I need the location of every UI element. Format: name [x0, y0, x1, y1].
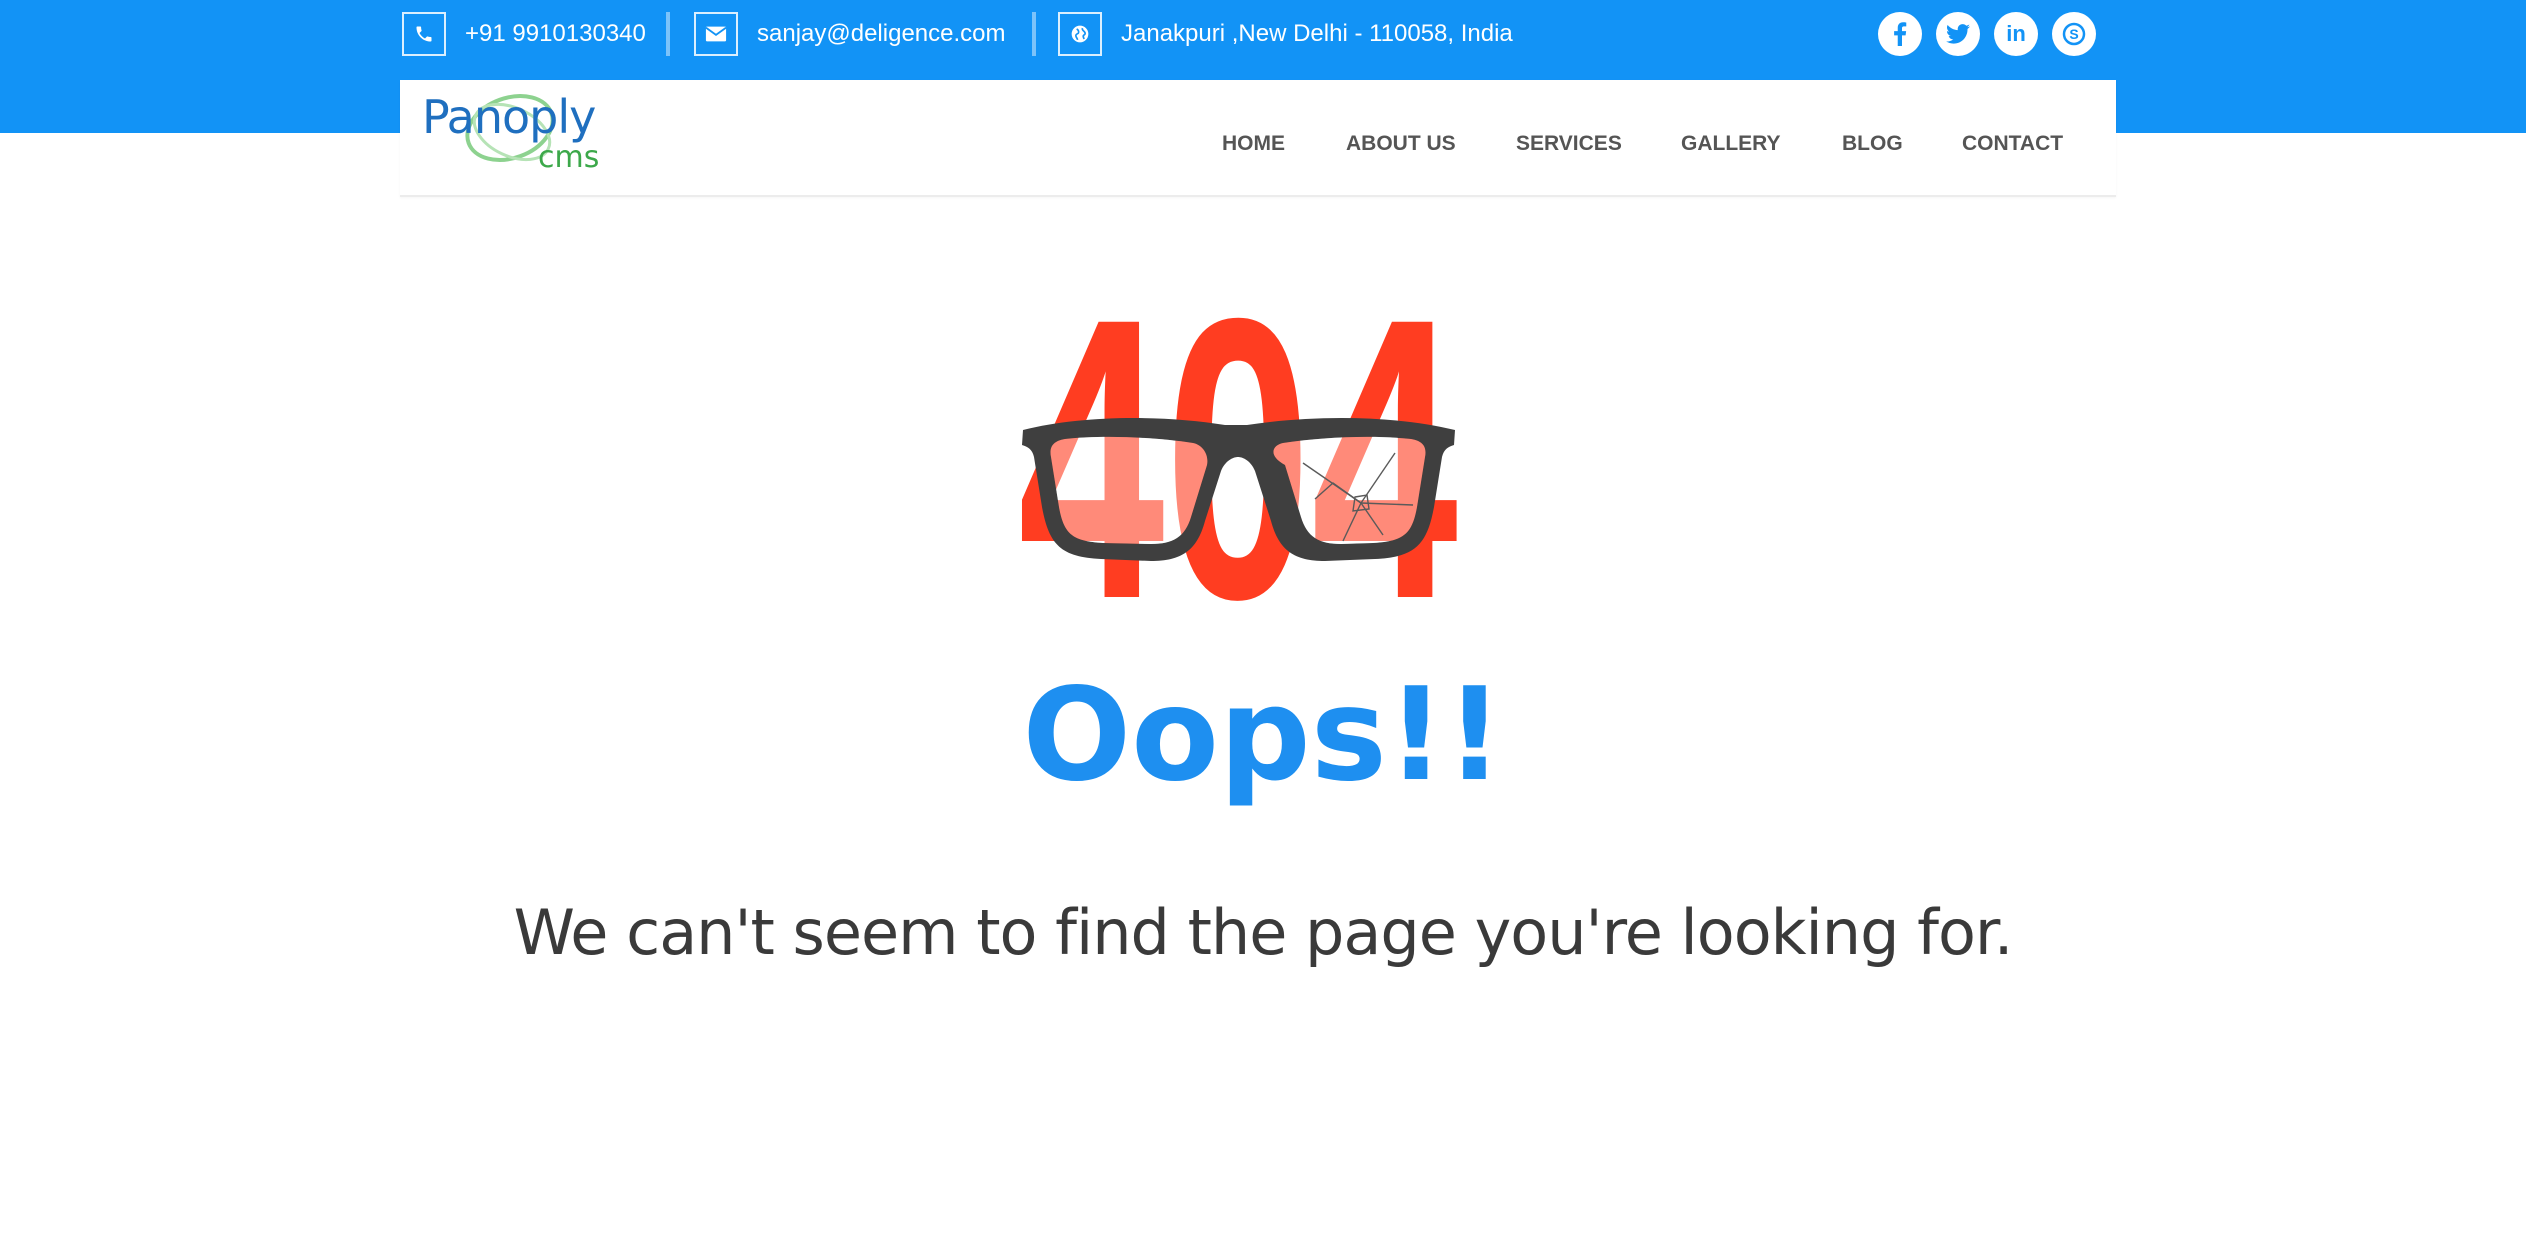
address-text: Janakpuri ,New Delhi - 110058, India: [1121, 20, 1513, 47]
error-404-illustration: 404: [1003, 235, 1473, 682]
logo-subtitle: cms: [538, 140, 600, 175]
phone-number[interactable]: +91 9910130340: [465, 20, 646, 48]
divider: [666, 12, 670, 56]
email-address[interactable]: sanjay@deligence.com: [757, 20, 1006, 48]
facebook-icon[interactable]: [1878, 12, 1922, 56]
main-navbar: Panoply cms HOME ABOUT US SERVICES GALLE…: [400, 80, 2116, 197]
skype-icon[interactable]: S: [2052, 12, 2096, 56]
skype-glyph: S: [2069, 26, 2078, 42]
site-logo[interactable]: Panoply cms: [420, 88, 620, 184]
globe-icon: [1058, 12, 1102, 56]
nav-gallery[interactable]: GALLERY: [1681, 132, 1781, 156]
phone-contact[interactable]: +91 9910130340: [402, 12, 646, 56]
nav-services[interactable]: SERVICES: [1516, 132, 1622, 156]
error-title: Oops!!: [1022, 661, 1504, 810]
nav-about-us[interactable]: ABOUT US: [1346, 132, 1456, 156]
twitter-icon[interactable]: [1936, 12, 1980, 56]
linkedin-icon[interactable]: in: [1994, 12, 2038, 56]
nav-blog[interactable]: BLOG: [1842, 132, 1903, 156]
contact-topbar: +91 9910130340 sanjay@deligence.com Jana…: [402, 12, 2096, 56]
email-contact[interactable]: sanjay@deligence.com: [694, 12, 1006, 56]
logo-wordmark: Panoply: [422, 90, 596, 144]
address-contact: Janakpuri ,New Delhi - 110058, India: [1058, 12, 1513, 56]
error-message: We can't seem to find the page you're lo…: [513, 896, 2014, 969]
nav-home[interactable]: HOME: [1222, 132, 1285, 156]
nav-contact[interactable]: CONTACT: [1962, 132, 2063, 156]
divider: [1032, 12, 1036, 56]
envelope-icon: [694, 12, 738, 56]
phone-icon: [402, 12, 446, 56]
linkedin-glyph: in: [2006, 21, 2026, 46]
